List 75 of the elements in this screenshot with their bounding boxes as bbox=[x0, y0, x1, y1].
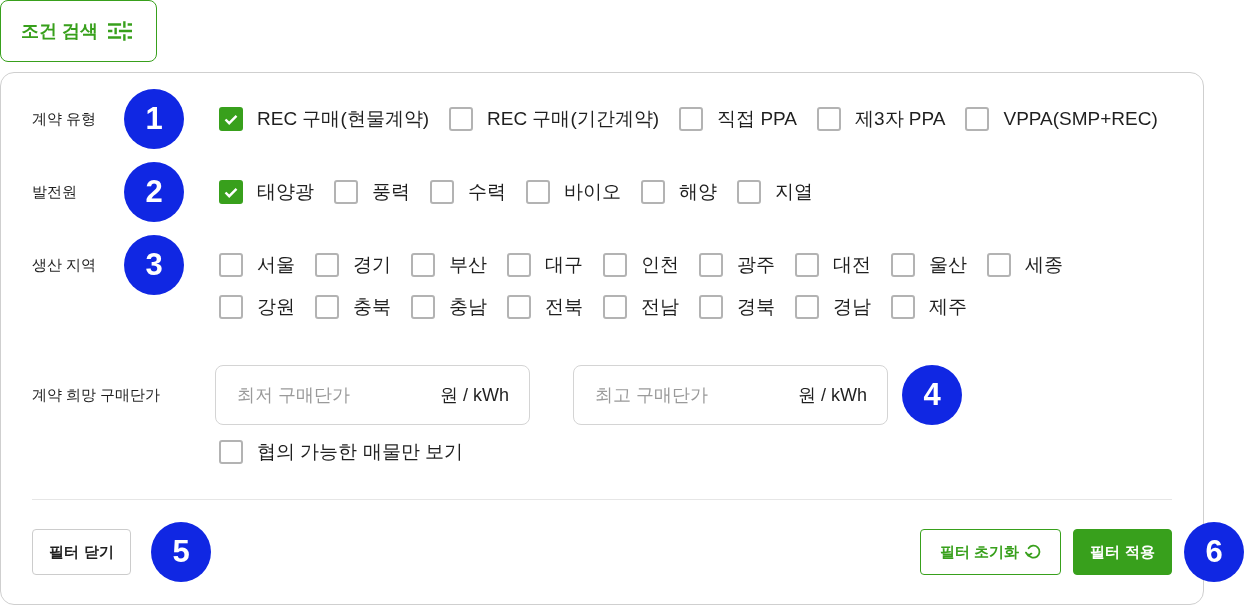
checkbox[interactable] bbox=[603, 253, 627, 277]
checkbox-label[interactable]: 바이오 bbox=[564, 180, 621, 204]
checkbox[interactable] bbox=[219, 180, 243, 204]
checkbox-label[interactable]: 강원 bbox=[257, 295, 295, 319]
checkbox-label[interactable]: 수력 bbox=[468, 180, 506, 204]
checkbox[interactable] bbox=[219, 107, 243, 131]
step-badge: 6 bbox=[1184, 522, 1244, 582]
checkbox-label[interactable]: 경북 bbox=[737, 295, 775, 319]
checkbox[interactable] bbox=[817, 107, 841, 131]
checkbox-label[interactable]: 제주 bbox=[929, 295, 967, 319]
checkbox-label[interactable]: 전남 bbox=[641, 295, 679, 319]
checkbox-label[interactable]: 직접 PPA bbox=[717, 107, 797, 131]
checkbox-label[interactable]: 세종 bbox=[1025, 253, 1063, 277]
checkbox[interactable] bbox=[334, 180, 358, 204]
checkbox[interactable] bbox=[987, 253, 1011, 277]
checkbox-label[interactable]: 대전 bbox=[833, 253, 871, 277]
close-filter-button[interactable]: 필터 닫기 bbox=[32, 529, 131, 575]
checkbox-label[interactable]: REC 구매(기간계약) bbox=[487, 107, 660, 131]
price-label: 계약 희망 구매단가 bbox=[32, 385, 162, 405]
step-badge: 1 bbox=[124, 89, 184, 149]
check-icon bbox=[224, 113, 238, 125]
checkbox[interactable] bbox=[699, 295, 723, 319]
step-badge: 3 bbox=[124, 235, 184, 295]
checkbox-label[interactable]: 경기 bbox=[353, 253, 391, 277]
checkbox-label[interactable]: 경남 bbox=[833, 295, 871, 319]
checkbox-label[interactable]: 풍력 bbox=[372, 180, 410, 204]
checkbox[interactable] bbox=[891, 253, 915, 277]
checkbox-label[interactable]: 태양광 bbox=[257, 180, 314, 204]
checkbox[interactable] bbox=[795, 253, 819, 277]
step-badge: 2 bbox=[124, 162, 184, 222]
checkbox[interactable] bbox=[699, 253, 723, 277]
checkbox[interactable] bbox=[315, 295, 339, 319]
checkbox[interactable] bbox=[219, 253, 243, 277]
checkbox[interactable] bbox=[603, 295, 627, 319]
checkbox-label[interactable]: VPPA(SMP+REC) bbox=[1003, 107, 1158, 131]
checkbox[interactable] bbox=[507, 295, 531, 319]
checkbox-label[interactable]: 대구 bbox=[545, 253, 583, 277]
checkbox[interactable] bbox=[219, 440, 243, 464]
checkbox-label[interactable]: 서울 bbox=[257, 253, 295, 277]
checkbox[interactable] bbox=[641, 180, 665, 204]
checkbox[interactable] bbox=[219, 295, 243, 319]
checkbox[interactable] bbox=[679, 107, 704, 131]
checkbox[interactable] bbox=[737, 180, 761, 204]
checkbox-label[interactable]: 울산 bbox=[929, 253, 967, 277]
checkbox-label[interactable]: 협의 가능한 매물만 보기 bbox=[257, 440, 463, 464]
checkbox-label[interactable]: 해양 bbox=[679, 180, 717, 204]
checkbox-label[interactable]: 충남 bbox=[449, 295, 487, 319]
checkbox[interactable] bbox=[411, 253, 435, 277]
checkbox[interactable] bbox=[965, 107, 990, 131]
sliders-icon bbox=[108, 21, 132, 41]
unit-label: 원 / kWh bbox=[440, 384, 509, 406]
checkbox-label[interactable]: 인천 bbox=[641, 253, 679, 277]
check-icon bbox=[224, 186, 238, 198]
checkbox[interactable] bbox=[430, 180, 454, 204]
checkbox-label[interactable]: 지열 bbox=[775, 180, 813, 204]
checkbox[interactable] bbox=[891, 295, 915, 319]
checkbox[interactable] bbox=[315, 253, 339, 277]
checkbox[interactable] bbox=[449, 107, 474, 131]
checkbox-label[interactable]: 부산 bbox=[449, 253, 487, 277]
filter-label: 계약 유형 bbox=[32, 109, 98, 129]
refresh-icon bbox=[1025, 544, 1042, 560]
checkbox[interactable] bbox=[507, 253, 531, 277]
filter-label: 발전원 bbox=[32, 182, 78, 202]
step-badge: 5 bbox=[151, 522, 211, 582]
unit-label: 원 / kWh bbox=[798, 384, 867, 406]
checkbox-label[interactable]: 전북 bbox=[545, 295, 583, 319]
checkbox-label[interactable]: 제3자 PPA bbox=[855, 107, 946, 131]
checkbox[interactable] bbox=[411, 295, 435, 319]
checkbox-label[interactable]: 충북 bbox=[353, 295, 391, 319]
checkbox-label[interactable]: REC 구매(현물계약) bbox=[257, 107, 430, 131]
checkbox-label[interactable]: 광주 bbox=[737, 253, 775, 277]
checkbox[interactable] bbox=[795, 295, 819, 319]
filter-label: 생산 지역 bbox=[32, 255, 98, 275]
checkbox[interactable] bbox=[526, 180, 550, 204]
step-badge: 4 bbox=[902, 365, 962, 425]
